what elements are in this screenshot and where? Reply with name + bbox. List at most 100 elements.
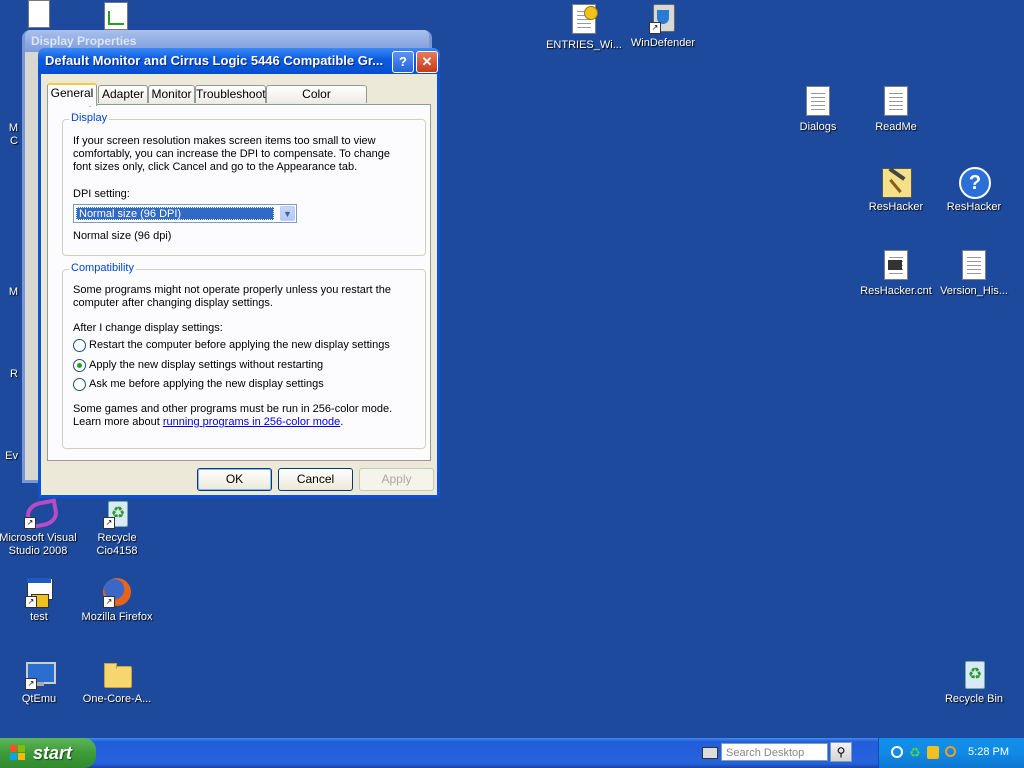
ok-button[interactable]: OK (197, 468, 272, 491)
text-doc-icon (958, 250, 990, 282)
app-icon: ↗ (23, 576, 55, 608)
help-button[interactable]: ? (392, 51, 414, 73)
general-tab-panel: Display If your screen resolution makes … (47, 104, 431, 461)
desktop-icon-readme[interactable]: ReadMe (856, 84, 936, 134)
help-icon: ? (958, 166, 991, 199)
desktop-icon-label: test (30, 611, 48, 623)
desktop-icon-label: Version_His... (940, 285, 1008, 297)
search-tray-icon[interactable] (891, 746, 903, 758)
desktop-icon-version-history[interactable]: Version_His... (934, 248, 1014, 298)
visual-studio-icon: ↗ (22, 497, 61, 530)
recycle-tray-icon[interactable]: ♻ (909, 745, 921, 761)
close-button[interactable]: ✕ (416, 51, 438, 73)
radio-apply-without-restart[interactable] (73, 359, 86, 372)
tab-general[interactable]: General (47, 83, 97, 106)
desktop-icon-windefender[interactable]: ↗ WinDefender (623, 2, 703, 50)
dpi-setting-dropdown[interactable]: Normal size (96 DPI) ▼ (73, 204, 297, 223)
taskbar: start Search Desktop ⚲ ♻ 5:28 PM (0, 738, 1024, 768)
compat-description: Some programs might not operate properly… (73, 284, 418, 310)
desktop-icon-label: Microsoft Visual Studio 2008 (0, 532, 77, 557)
description-line: font sizes only, click Cancel and go to … (73, 161, 358, 173)
desktop-icon-label: One-Core-A... (82, 693, 152, 705)
desktop-icon-label: ResHacker.cnt (860, 285, 932, 297)
group-legend: Display (69, 112, 110, 124)
keyboard-icon[interactable] (702, 747, 718, 759)
radio-ask-me[interactable] (73, 378, 86, 391)
dialog-client: General Adapter Monitor Troubleshoot Col… (41, 74, 437, 495)
text-doc-icon (880, 86, 912, 118)
recycle-bin-icon: ♻ (958, 658, 990, 690)
desktop-icon-label: QtEmu (21, 693, 57, 705)
partial-icon-label: M (8, 122, 18, 134)
footer-line: Learn more about running programs in 256… (73, 416, 418, 429)
group-legend: Compatibility (69, 262, 136, 274)
description-line: computer after changing display settings… (73, 297, 273, 309)
text-doc-icon (880, 250, 912, 282)
partial-icon-label: C (10, 135, 18, 147)
radio-ask-label[interactable]: Ask me before applying the new display s… (89, 378, 324, 391)
display-description: If your screen resolution makes screen i… (73, 135, 418, 174)
desktop-icon-label: Mozilla Firefox (81, 611, 153, 623)
desktop-icon-label: WinDefender (630, 37, 696, 49)
chart-doc-icon[interactable] (104, 2, 128, 30)
dialog-title: Default Monitor and Cirrus Logic 5446 Co… (45, 53, 384, 68)
description-line: Some programs might not operate properly… (73, 284, 391, 296)
tab-color-management[interactable]: Color Management (266, 85, 367, 118)
windows-flag-icon (10, 745, 25, 760)
monitor-icon: ↗ (23, 658, 56, 690)
monitor-properties-dialog[interactable]: Default Monitor and Cirrus Logic 5446 Co… (38, 48, 440, 498)
recycle-icon: ♻ ↗ (101, 497, 133, 529)
desktop-icon-firefox[interactable]: ↗ Mozilla Firefox (77, 576, 157, 624)
tab-adapter[interactable]: Adapter (98, 85, 148, 103)
tab-monitor[interactable]: Monitor (148, 85, 195, 103)
desktop-icon-dialogs[interactable]: Dialogs (778, 84, 858, 134)
chevron-down-icon[interactable]: ▼ (280, 206, 295, 221)
desktop-icon-reshacker-cnt[interactable]: ResHacker.cnt (856, 248, 936, 298)
desktop-icon-label: Recycle Cio4158 (96, 532, 138, 557)
hammer-icon (880, 166, 912, 198)
start-label: start (33, 743, 73, 763)
desktop-icon-reshacker-help[interactable]: ? ResHacker (934, 166, 1014, 214)
dpi-note: Normal size (96 dpi) (73, 230, 172, 242)
windefender-icon: ↗ (647, 2, 679, 34)
firefox-icon: ↗ (101, 576, 133, 608)
footer-text: Some games and other programs must be ru… (73, 403, 418, 429)
partial-icon-label: Ev (5, 450, 18, 462)
desktop-icon-label: Recycle Bin (944, 693, 1004, 705)
apply-button[interactable]: Apply (359, 468, 434, 491)
search-icon[interactable]: ⚲ (830, 742, 852, 762)
magnifier-tray-icon[interactable] (945, 746, 956, 757)
desktop-icon-recycle-bin[interactable]: ♻ Recycle Bin (934, 658, 1014, 706)
desktop-icon-visual-studio[interactable]: ↗ Microsoft Visual Studio 2008 (0, 497, 78, 558)
start-button[interactable]: start (0, 738, 96, 768)
defender-tray-icon[interactable] (927, 746, 939, 759)
clock[interactable]: 5:28 PM (968, 746, 1009, 758)
radio-restart-label[interactable]: Restart the computer before applying the… (89, 339, 390, 352)
cancel-button[interactable]: Cancel (278, 468, 353, 491)
partial-icon-label: M (8, 286, 18, 298)
desktop-icon-reshacker-exe[interactable]: ResHacker (856, 166, 936, 214)
dpi-setting-label: DPI setting: (73, 188, 130, 200)
text-doc-icon (802, 86, 834, 118)
settings-doc-icon (568, 4, 600, 36)
radio-apply-label[interactable]: Apply the new display settings without r… (89, 359, 323, 372)
search-desktop-input[interactable]: Search Desktop (721, 743, 828, 761)
desktop-icon-entries[interactable]: ENTRIES_Wi... (544, 2, 624, 52)
footer-line: Some games and other programs must be ru… (73, 403, 393, 415)
desktop-icon-one-core[interactable]: One-Core-A... (77, 658, 157, 706)
desktop-icon-recycle-cio[interactable]: ♻ ↗ Recycle Cio4158 (77, 497, 157, 558)
tab-troubleshoot[interactable]: Troubleshoot (195, 85, 266, 103)
desktop-icon-qtemu[interactable]: ↗ QtEmu (0, 658, 79, 706)
partial-icon-label: R (10, 368, 18, 380)
description-line: If your screen resolution makes screen i… (73, 135, 376, 147)
learn-more-link[interactable]: running programs in 256-color mode (163, 416, 340, 428)
radio-restart[interactable] (73, 339, 86, 352)
desktop-icon-test[interactable]: ↗ test (0, 576, 79, 624)
desktop-icon-label: ReadMe (875, 121, 917, 133)
description-line: comfortably, you can increase the DPI to… (73, 148, 390, 160)
desktop-icon-label: ResHacker (868, 201, 924, 213)
footer-suffix: . (340, 416, 344, 428)
text-doc-icon[interactable] (28, 0, 50, 28)
title-bar[interactable]: Default Monitor and Cirrus Logic 5446 Co… (38, 48, 440, 74)
folder-icon (101, 658, 133, 690)
